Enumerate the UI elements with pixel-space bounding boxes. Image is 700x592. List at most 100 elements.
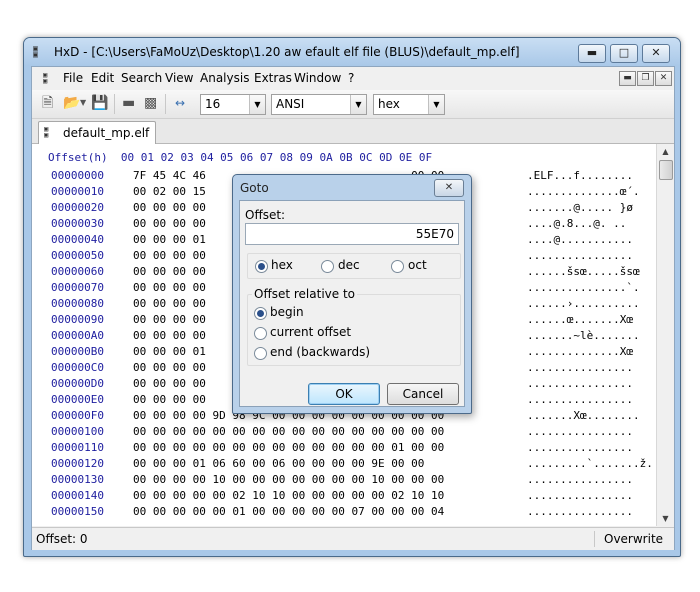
row-text[interactable]: ................ — [527, 425, 633, 438]
row-text[interactable]: ................ — [527, 489, 633, 502]
ok-button[interactable]: OK — [308, 383, 380, 405]
scroll-up-icon[interactable]: ▲ — [658, 144, 673, 159]
radio-current-offset-label[interactable]: current offset — [270, 325, 351, 339]
offset-input[interactable]: 55E70 — [245, 223, 459, 245]
menu-analysis[interactable]: Analysis — [200, 71, 249, 85]
mdi-close-button[interactable]: ✕ — [655, 71, 672, 86]
row-text[interactable]: ..............œ´. — [527, 185, 640, 198]
toolbar: 🗎 📂 ▼ 💾 ▬ ▩ ↔ 16 ▼ ANSI ▼ hex ▼ — [32, 90, 674, 119]
row-offset: 00000110 — [51, 441, 104, 454]
minimize-button[interactable]: ▬ — [578, 44, 606, 63]
row-text[interactable]: ......šsœ.....šsœ — [527, 265, 640, 278]
row-text[interactable]: ................ — [527, 441, 633, 454]
row-text[interactable]: ................ — [527, 473, 633, 486]
dialog-close-button[interactable]: ✕ — [434, 179, 464, 197]
document-system-icon[interactable]: ▣ ▣ — [43, 72, 55, 85]
open-disk-icon[interactable]: ▬ — [122, 95, 135, 111]
cancel-button[interactable]: Cancel — [387, 383, 459, 405]
new-file-icon[interactable]: 🗎 — [42, 95, 53, 111]
row-bytes[interactable]: 00 00 00 00 00 01 00 00 00 00 00 07 00 0… — [133, 505, 444, 518]
row-offset: 000000D0 — [51, 377, 104, 390]
tab-default-mp-elf[interactable]: ▣ ▣ default_mp.elf — [38, 121, 156, 144]
menu-view[interactable]: View — [165, 71, 193, 85]
status-separator — [594, 531, 595, 547]
row-text[interactable]: ................ — [527, 361, 633, 374]
bytes-per-row-select[interactable]: 16 ▼ — [200, 94, 266, 115]
radio-hex-label[interactable]: hex — [271, 258, 293, 272]
close-button[interactable]: ✕ — [642, 44, 670, 63]
radio-begin[interactable] — [254, 307, 267, 320]
row-offset: 00000120 — [51, 457, 104, 470]
mdi-restore-button[interactable]: ❐ — [637, 71, 654, 86]
row-text[interactable]: ..............Xœ — [527, 345, 633, 358]
maximize-icon: □ — [618, 46, 630, 59]
offset-base-select[interactable]: hex ▼ — [373, 94, 445, 115]
vertical-scrollbar[interactable]: ▲ ▼ — [656, 144, 674, 526]
hex-column-header: Offset(h) 00 01 02 03 04 05 06 07 08 09 … — [48, 151, 433, 164]
row-text[interactable]: ......œ.......Xœ — [527, 313, 633, 326]
row-text[interactable]: .......~lè....... — [527, 329, 640, 342]
maximize-button[interactable]: □ — [610, 44, 638, 63]
row-text[interactable]: .ELF...f........ — [527, 169, 633, 182]
row-offset: 00000090 — [51, 313, 104, 326]
row-bytes[interactable]: 00 00 00 00 00 02 10 10 00 00 00 00 00 0… — [133, 489, 444, 502]
row-text[interactable]: .......@..... }ø — [527, 201, 633, 214]
menu-edit[interactable]: Edit — [91, 71, 114, 85]
title-bar[interactable]: ▣ ▣ HxD - [C:\Users\FaMoUz\Desktop\1.20 a… — [24, 38, 680, 66]
tab-label: default_mp.elf — [63, 126, 150, 140]
row-bytes[interactable]: 00 00 00 00 10 00 00 00 00 00 00 00 10 0… — [133, 473, 444, 486]
radio-dec-label[interactable]: dec — [338, 258, 360, 272]
goto-dialog: Goto ✕ Offset: 55E70 hex dec oct begin c… — [232, 174, 472, 414]
radio-end-backwards[interactable] — [254, 347, 267, 360]
open-folder-icon[interactable]: 📂 — [63, 95, 80, 111]
row-offset: 00000000 — [51, 169, 104, 182]
relative-group-title: Offset relative to — [252, 287, 357, 301]
chevron-down-icon[interactable]: ▼ — [249, 95, 265, 114]
open-ram-icon[interactable]: ▩ — [144, 95, 157, 111]
menu-bar: ▣ ▣ File Edit Search View Analysis Extras… — [32, 67, 674, 89]
menu-extras[interactable]: Extras — [254, 71, 292, 85]
format-group: hex dec oct — [247, 253, 461, 279]
save-icon[interactable]: 💾 — [91, 95, 108, 111]
bytes-per-row-icon: ↔ — [175, 96, 186, 110]
row-offset: 00000140 — [51, 489, 104, 502]
row-text[interactable]: ................ — [527, 377, 633, 390]
offset-input-value: 55E70 — [415, 227, 454, 241]
radio-dec[interactable] — [321, 260, 334, 273]
scroll-thumb[interactable] — [659, 160, 673, 180]
bytes-per-row-value: 16 — [205, 97, 221, 111]
menu-search[interactable]: Search — [121, 71, 162, 85]
menu-file[interactable]: File — [63, 71, 83, 85]
charset-select[interactable]: ANSI ▼ — [271, 94, 367, 115]
row-offset: 00000050 — [51, 249, 104, 262]
radio-hex[interactable] — [255, 260, 268, 273]
row-text[interactable]: ....@.8...@. .. — [527, 217, 626, 230]
row-offset: 000000E0 — [51, 393, 104, 406]
row-text[interactable]: .........`.......ž. — [527, 457, 653, 470]
mdi-minimize-button[interactable]: ▬ — [619, 71, 636, 86]
row-text[interactable]: ................ — [527, 505, 633, 518]
menu-help[interactable]: ? — [348, 71, 354, 85]
row-text[interactable]: ....@........... — [527, 233, 633, 246]
radio-current-offset[interactable] — [254, 327, 267, 340]
row-text[interactable]: ......›.......... — [527, 297, 640, 310]
scroll-down-icon[interactable]: ▼ — [658, 511, 673, 526]
radio-oct[interactable] — [391, 260, 404, 273]
radio-end-backwards-label[interactable]: end (backwards) — [270, 345, 370, 359]
row-offset: 000000F0 — [51, 409, 104, 422]
radio-begin-label[interactable]: begin — [270, 305, 304, 319]
row-text[interactable]: .......Xœ........ — [527, 409, 640, 422]
row-text[interactable]: ...............`. — [527, 281, 640, 294]
open-dropdown-icon[interactable]: ▼ — [80, 95, 86, 111]
chevron-down-icon[interactable]: ▼ — [428, 95, 444, 114]
radio-oct-label[interactable]: oct — [408, 258, 427, 272]
row-offset: 000000C0 — [51, 361, 104, 374]
status-mode[interactable]: Overwrite — [604, 532, 663, 546]
row-bytes[interactable]: 00 00 00 00 00 00 00 00 00 00 00 00 00 0… — [133, 441, 444, 454]
row-bytes[interactable]: 00 00 00 01 06 60 00 06 00 00 00 00 9E 0… — [133, 457, 424, 470]
row-text[interactable]: ................ — [527, 393, 633, 406]
row-bytes[interactable]: 00 00 00 00 00 00 00 00 00 00 00 00 00 0… — [133, 425, 444, 438]
menu-window[interactable]: Window — [294, 71, 341, 85]
row-text[interactable]: ................ — [527, 249, 633, 262]
chevron-down-icon[interactable]: ▼ — [350, 95, 366, 114]
